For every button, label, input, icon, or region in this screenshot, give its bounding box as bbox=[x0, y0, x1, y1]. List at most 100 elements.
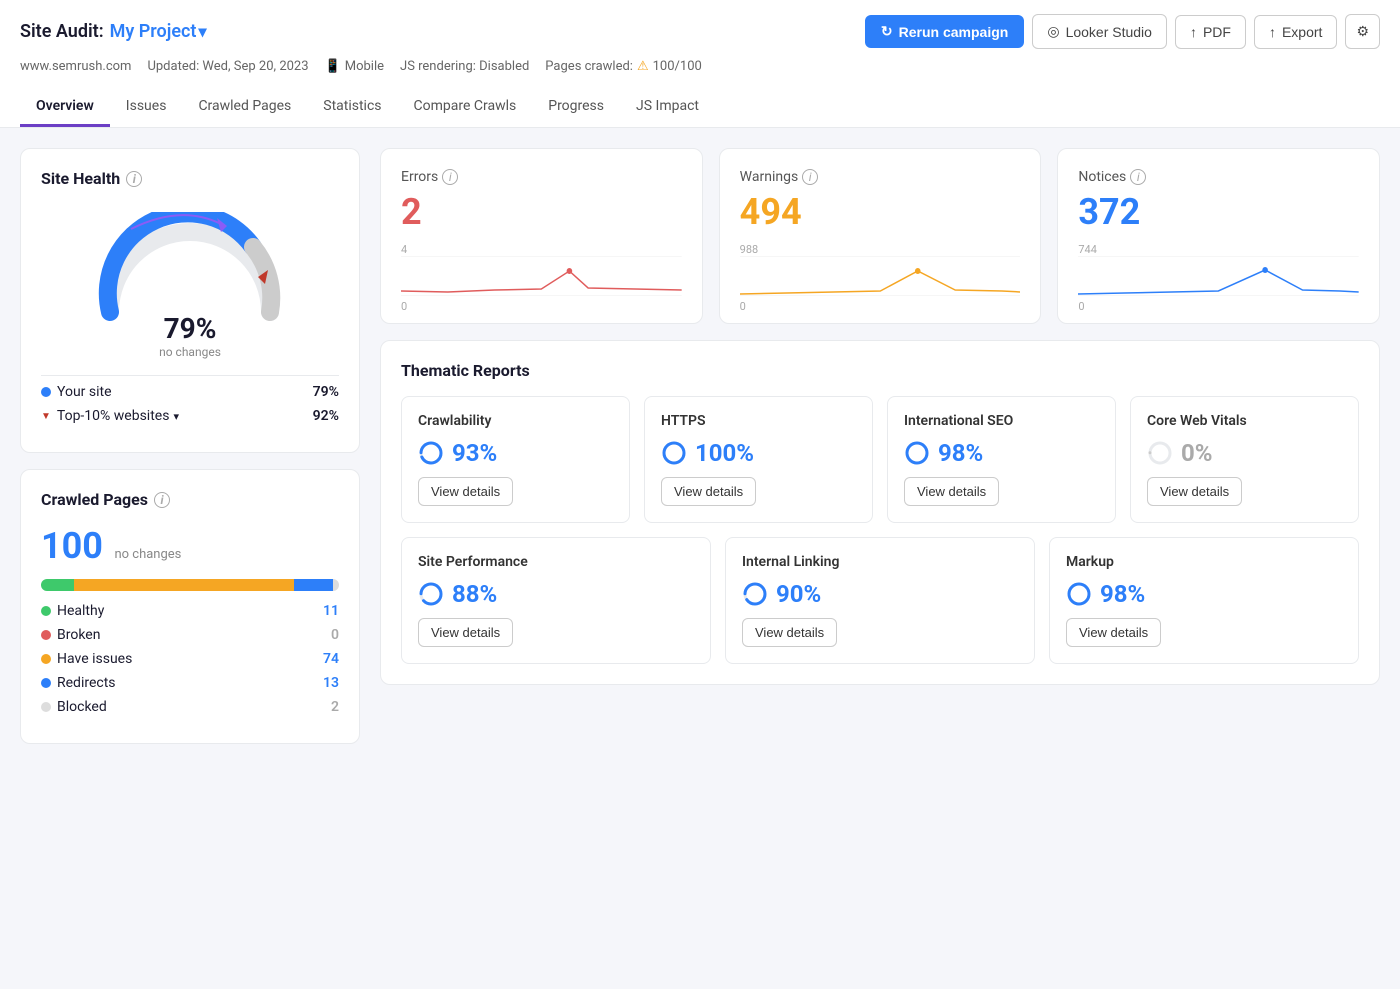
your-site-legend: Your site 79% bbox=[41, 384, 339, 400]
legend-item: Have issues 74 bbox=[41, 651, 339, 667]
top10-legend: ▼ Top-10% websites ▾ 92% bbox=[41, 408, 339, 424]
warnings-label: Warnings i bbox=[740, 169, 1021, 185]
top10-triangle: ▼ bbox=[41, 411, 51, 422]
legend-label: Healthy bbox=[57, 603, 104, 619]
top10-value: 92% bbox=[313, 408, 339, 424]
crawled-pages-title: Crawled Pages i bbox=[41, 490, 339, 509]
bar-issues bbox=[74, 579, 295, 591]
pdf-icon: ↑ bbox=[1190, 24, 1197, 40]
report-name: Internal Linking bbox=[742, 554, 1018, 570]
legend-label: Broken bbox=[57, 627, 100, 643]
legend-dot bbox=[41, 702, 51, 712]
tab-js-impact[interactable]: JS Impact bbox=[620, 88, 715, 127]
project-chevron: ▾ bbox=[198, 22, 206, 41]
main-content: Site Health i bbox=[0, 128, 1400, 989]
crawled-no-change: no changes bbox=[114, 547, 181, 562]
updated: Updated: Wed, Sep 20, 2023 bbox=[147, 59, 308, 74]
score-ring bbox=[418, 581, 444, 607]
report-score: 100% bbox=[661, 439, 856, 467]
notices-chart-svg bbox=[1078, 256, 1359, 296]
report-score: 88% bbox=[418, 580, 694, 608]
legend-value[interactable]: 13 bbox=[323, 675, 339, 691]
tab-progress[interactable]: Progress bbox=[532, 88, 620, 127]
legend-item: Blocked 2 bbox=[41, 699, 339, 715]
notices-value: 372 bbox=[1078, 191, 1359, 233]
mobile-icon: 📱 bbox=[325, 59, 341, 74]
report-name: Crawlability bbox=[418, 413, 613, 429]
gauge-label: 79% no changes bbox=[159, 312, 221, 359]
view-details-button[interactable]: View details bbox=[742, 618, 837, 647]
device: 📱 Mobile bbox=[325, 59, 384, 74]
report-name: Core Web Vitals bbox=[1147, 413, 1342, 429]
legend-dot bbox=[41, 606, 51, 616]
report-card: Markup 98% View details bbox=[1049, 537, 1359, 664]
settings-button[interactable]: ⚙ bbox=[1345, 14, 1380, 49]
top10-chevron[interactable]: ▾ bbox=[173, 410, 179, 423]
warnings-info-icon[interactable]: i bbox=[802, 169, 818, 185]
warnings-chart: 988 0 bbox=[740, 243, 1021, 303]
errors-chart: 4 0 bbox=[401, 243, 682, 303]
legend-value[interactable]: 2 bbox=[331, 699, 339, 715]
view-details-button[interactable]: View details bbox=[1066, 618, 1161, 647]
title-area: Site Audit: My Project ▾ bbox=[20, 21, 206, 42]
notices-label: Notices i bbox=[1078, 169, 1359, 185]
bar-healthy bbox=[41, 579, 74, 591]
project-name[interactable]: My Project ▾ bbox=[110, 21, 207, 42]
rerun-button[interactable]: ↻ Rerun campaign bbox=[865, 15, 1024, 48]
legend-value[interactable]: 74 bbox=[323, 651, 339, 667]
report-name: International SEO bbox=[904, 413, 1099, 429]
view-details-button[interactable]: View details bbox=[418, 477, 513, 506]
legend-value[interactable]: 11 bbox=[323, 603, 339, 619]
report-score: 98% bbox=[904, 439, 1099, 467]
warnings-value: 494 bbox=[740, 191, 1021, 233]
looker-icon: ◎ bbox=[1047, 23, 1059, 40]
view-details-button[interactable]: View details bbox=[1147, 477, 1242, 506]
action-buttons: ↻ Rerun campaign ◎ Looker Studio ↑ PDF ↑… bbox=[865, 14, 1380, 49]
score-ring bbox=[418, 440, 444, 466]
pdf-button[interactable]: ↑ PDF bbox=[1175, 15, 1246, 49]
right-panel: Errors i 2 4 0 bbox=[380, 148, 1380, 969]
report-score: 98% bbox=[1066, 580, 1342, 608]
legend-value: 0 bbox=[331, 627, 339, 643]
report-card: Core Web Vitals 0% View details bbox=[1130, 396, 1359, 523]
report-name: Site Performance bbox=[418, 554, 694, 570]
legend-label: Redirects bbox=[57, 675, 116, 691]
tab-overview[interactable]: Overview bbox=[20, 88, 110, 127]
report-score: 90% bbox=[742, 580, 1018, 608]
export-icon: ↑ bbox=[1269, 24, 1276, 40]
tab-compare-crawls[interactable]: Compare Crawls bbox=[398, 88, 533, 127]
notices-chart: 744 0 bbox=[1078, 243, 1359, 303]
report-card: HTTPS 100% View details bbox=[644, 396, 873, 523]
view-details-button[interactable]: View details bbox=[661, 477, 756, 506]
site-health-info-icon[interactable]: i bbox=[126, 171, 142, 187]
report-card: Crawlability 93% View details bbox=[401, 396, 630, 523]
report-name: Markup bbox=[1066, 554, 1342, 570]
thematic-reports-title: Thematic Reports bbox=[401, 361, 1359, 380]
score-ring bbox=[742, 581, 768, 607]
warnings-card: Warnings i 494 988 0 bbox=[719, 148, 1042, 324]
notices-info-icon[interactable]: i bbox=[1130, 169, 1146, 185]
site-health-card: Site Health i bbox=[20, 148, 360, 453]
tab-issues[interactable]: Issues bbox=[110, 88, 183, 127]
score-ring bbox=[1147, 440, 1173, 466]
crawled-count: 100 bbox=[41, 525, 103, 567]
export-button[interactable]: ↑ Export bbox=[1254, 15, 1337, 49]
legend-label: Blocked bbox=[57, 699, 107, 715]
nav-tabs: Overview Issues Crawled Pages Statistics… bbox=[20, 86, 1380, 127]
left-panel: Site Health i bbox=[20, 148, 360, 969]
view-details-button[interactable]: View details bbox=[904, 477, 999, 506]
report-card: International SEO 98% View details bbox=[887, 396, 1116, 523]
gauge-sub: no changes bbox=[159, 345, 221, 359]
report-score: 0% bbox=[1147, 439, 1342, 467]
warnings-chart-svg bbox=[740, 256, 1021, 296]
errors-info-icon[interactable]: i bbox=[442, 169, 458, 185]
score-ring bbox=[1066, 581, 1092, 607]
looker-button[interactable]: ◎ Looker Studio bbox=[1032, 14, 1167, 49]
legend-dot bbox=[41, 654, 51, 664]
view-details-button[interactable]: View details bbox=[418, 618, 513, 647]
tab-statistics[interactable]: Statistics bbox=[307, 88, 397, 127]
tab-crawled-pages[interactable]: Crawled Pages bbox=[182, 88, 307, 127]
crawled-pages-info-icon[interactable]: i bbox=[154, 492, 170, 508]
js-rendering: JS rendering: Disabled bbox=[400, 59, 529, 74]
legend-item: Healthy 11 bbox=[41, 603, 339, 619]
